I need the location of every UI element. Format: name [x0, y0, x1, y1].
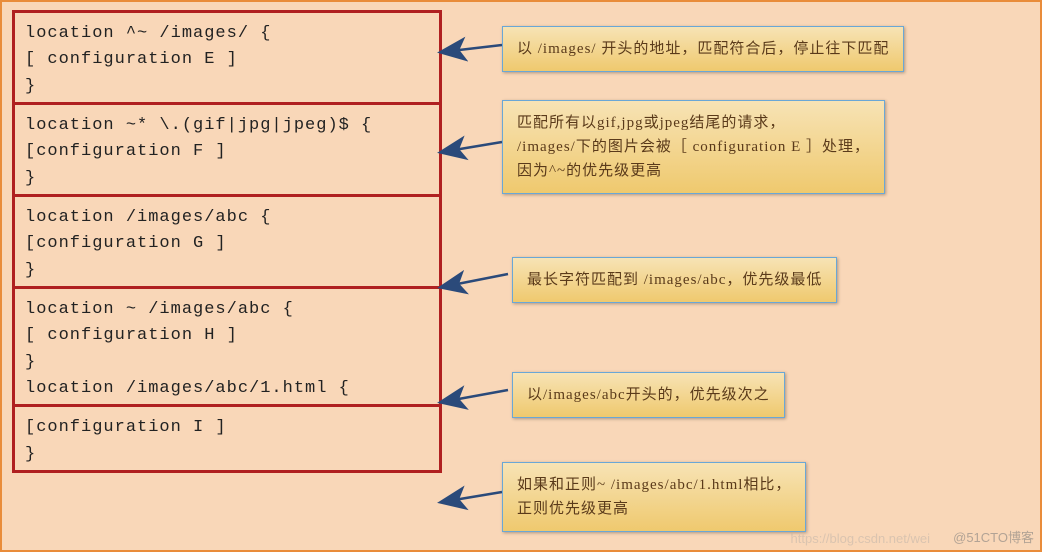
notes-column: 以 /images/ 开头的地址，匹配符合后，停止往下匹配 匹配所有以gif,j… — [502, 2, 1022, 554]
note-2: 匹配所有以gif,jpg或jpeg结尾的请求， /images/下的图片会被［ … — [502, 100, 885, 194]
arrow-4 — [442, 390, 508, 402]
watermark-51cto: @51CTO博客 — [953, 527, 1034, 546]
code-block-f: location ~* \.(gif|jpg|jpeg)$ { [configu… — [12, 102, 442, 197]
arrow-5 — [442, 492, 502, 502]
note-1: 以 /images/ 开头的地址，匹配符合后，停止往下匹配 — [502, 26, 904, 72]
code-block-e: location ^~ /images/ { [ configuration E… — [12, 10, 442, 105]
code-block-i: [configuration I ] } — [12, 404, 442, 473]
note-4: 以/images/abc开头的，优先级次之 — [512, 372, 785, 418]
code-block-h: location ~ /images/abc { [ configuration… — [12, 286, 442, 407]
arrow-1 — [442, 45, 502, 52]
note-5: 如果和正则~ /images/abc/1.html相比， 正则优先级更高 — [502, 462, 806, 532]
code-column: location ^~ /images/ { [ configuration E… — [12, 10, 442, 470]
watermark-csdn: https://blog.csdn.net/wei — [791, 531, 930, 546]
code-block-g: location /images/abc { [configuration G … — [12, 194, 442, 289]
diagram-canvas: location ^~ /images/ { [ configuration E… — [0, 0, 1042, 552]
arrow-3 — [442, 274, 508, 287]
arrow-2 — [442, 142, 502, 152]
note-3: 最长字符匹配到 /images/abc，优先级最低 — [512, 257, 837, 303]
